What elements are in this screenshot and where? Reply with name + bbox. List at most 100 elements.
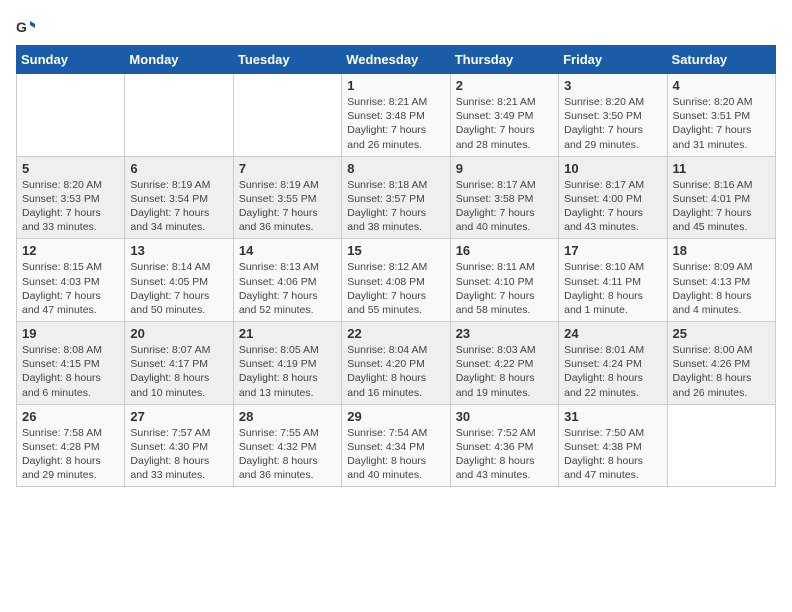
day-number: 2	[456, 78, 553, 93]
day-info: Sunrise: 8:18 AM Sunset: 3:57 PM Dayligh…	[347, 178, 444, 235]
day-info: Sunrise: 7:58 AM Sunset: 4:28 PM Dayligh…	[22, 426, 119, 483]
day-info: Sunrise: 8:09 AM Sunset: 4:13 PM Dayligh…	[673, 260, 770, 317]
week-row-0: 1 Sunrise: 8:21 AM Sunset: 3:48 PM Daylig…	[17, 74, 776, 157]
day-number: 16	[456, 243, 553, 258]
day-info: Sunrise: 8:17 AM Sunset: 3:58 PM Dayligh…	[456, 178, 553, 235]
day-info: Sunrise: 8:20 AM Sunset: 3:50 PM Dayligh…	[564, 95, 661, 152]
calendar-cell: 8 Sunrise: 8:18 AM Sunset: 3:57 PM Daylig…	[342, 156, 450, 239]
day-number: 22	[347, 326, 444, 341]
week-row-3: 19 Sunrise: 8:08 AM Sunset: 4:15 PM Dayli…	[17, 322, 776, 405]
day-info: Sunrise: 7:55 AM Sunset: 4:32 PM Dayligh…	[239, 426, 336, 483]
day-number: 9	[456, 161, 553, 176]
page-header: G	[16, 16, 776, 37]
day-info: Sunrise: 7:54 AM Sunset: 4:34 PM Dayligh…	[347, 426, 444, 483]
calendar-cell: 9 Sunrise: 8:17 AM Sunset: 3:58 PM Daylig…	[450, 156, 558, 239]
calendar-cell: 22 Sunrise: 8:04 AM Sunset: 4:20 PM Dayli…	[342, 322, 450, 405]
day-info: Sunrise: 8:17 AM Sunset: 4:00 PM Dayligh…	[564, 178, 661, 235]
logo-icon: G	[16, 17, 36, 37]
day-number: 21	[239, 326, 336, 341]
week-row-1: 5 Sunrise: 8:20 AM Sunset: 3:53 PM Daylig…	[17, 156, 776, 239]
day-info: Sunrise: 8:21 AM Sunset: 3:48 PM Dayligh…	[347, 95, 444, 152]
week-row-4: 26 Sunrise: 7:58 AM Sunset: 4:28 PM Dayli…	[17, 404, 776, 487]
day-number: 5	[22, 161, 119, 176]
calendar-table: SundayMondayTuesdayWednesdayThursdayFrid…	[16, 45, 776, 487]
day-number: 1	[347, 78, 444, 93]
day-info: Sunrise: 7:57 AM Sunset: 4:30 PM Dayligh…	[130, 426, 227, 483]
day-number: 24	[564, 326, 661, 341]
day-info: Sunrise: 8:05 AM Sunset: 4:19 PM Dayligh…	[239, 343, 336, 400]
day-info: Sunrise: 8:07 AM Sunset: 4:17 PM Dayligh…	[130, 343, 227, 400]
calendar-cell: 11Sunrise: 8:16 AM Sunset: 4:01 PM Dayli…	[667, 156, 775, 239]
header-row: SundayMondayTuesdayWednesdayThursdayFrid…	[17, 46, 776, 74]
day-info: Sunrise: 8:13 AM Sunset: 4:06 PM Dayligh…	[239, 260, 336, 317]
calendar-cell: 24 Sunrise: 8:01 AM Sunset: 4:24 PM Dayli…	[559, 322, 667, 405]
calendar-cell: 26 Sunrise: 7:58 AM Sunset: 4:28 PM Dayli…	[17, 404, 125, 487]
day-info: Sunrise: 8:11 AM Sunset: 4:10 PM Dayligh…	[456, 260, 553, 317]
day-number: 12	[22, 243, 119, 258]
calendar-cell: 16 Sunrise: 8:11 AM Sunset: 4:10 PM Dayli…	[450, 239, 558, 322]
day-number: 29	[347, 409, 444, 424]
day-number: 8	[347, 161, 444, 176]
calendar-cell	[667, 404, 775, 487]
day-number: 19	[22, 326, 119, 341]
day-number: 3	[564, 78, 661, 93]
calendar-cell: 23Sunrise: 8:03 AM Sunset: 4:22 PM Dayli…	[450, 322, 558, 405]
day-number: 17	[564, 243, 661, 258]
day-number: 27	[130, 409, 227, 424]
calendar-cell: 6 Sunrise: 8:19 AM Sunset: 3:54 PM Daylig…	[125, 156, 233, 239]
header-friday: Friday	[559, 46, 667, 74]
day-info: Sunrise: 7:52 AM Sunset: 4:36 PM Dayligh…	[456, 426, 553, 483]
day-info: Sunrise: 8:20 AM Sunset: 3:51 PM Dayligh…	[673, 95, 770, 152]
calendar-cell: 31Sunrise: 7:50 AM Sunset: 4:38 PM Dayli…	[559, 404, 667, 487]
header-thursday: Thursday	[450, 46, 558, 74]
calendar-cell: 3 Sunrise: 8:20 AM Sunset: 3:50 PM Daylig…	[559, 74, 667, 157]
calendar-cell: 12 Sunrise: 8:15 AM Sunset: 4:03 PM Dayli…	[17, 239, 125, 322]
day-info: Sunrise: 8:04 AM Sunset: 4:20 PM Dayligh…	[347, 343, 444, 400]
day-info: Sunrise: 8:21 AM Sunset: 3:49 PM Dayligh…	[456, 95, 553, 152]
header-sunday: Sunday	[17, 46, 125, 74]
day-number: 30	[456, 409, 553, 424]
calendar-cell: 5 Sunrise: 8:20 AM Sunset: 3:53 PM Daylig…	[17, 156, 125, 239]
day-info: Sunrise: 8:01 AM Sunset: 4:24 PM Dayligh…	[564, 343, 661, 400]
calendar-cell	[17, 74, 125, 157]
day-info: Sunrise: 8:20 AM Sunset: 3:53 PM Dayligh…	[22, 178, 119, 235]
day-info: Sunrise: 8:00 AM Sunset: 4:26 PM Dayligh…	[673, 343, 770, 400]
calendar-cell: 17 Sunrise: 8:10 AM Sunset: 4:11 PM Dayli…	[559, 239, 667, 322]
calendar-cell: 18Sunrise: 8:09 AM Sunset: 4:13 PM Dayli…	[667, 239, 775, 322]
day-number: 28	[239, 409, 336, 424]
day-number: 6	[130, 161, 227, 176]
day-number: 10	[564, 161, 661, 176]
calendar-cell: 21 Sunrise: 8:05 AM Sunset: 4:19 PM Dayli…	[233, 322, 341, 405]
day-info: Sunrise: 8:16 AM Sunset: 4:01 PM Dayligh…	[673, 178, 770, 235]
calendar-cell: 25Sunrise: 8:00 AM Sunset: 4:26 PM Dayli…	[667, 322, 775, 405]
week-row-2: 12 Sunrise: 8:15 AM Sunset: 4:03 PM Dayli…	[17, 239, 776, 322]
calendar-cell: 19 Sunrise: 8:08 AM Sunset: 4:15 PM Dayli…	[17, 322, 125, 405]
calendar-cell: 4 Sunrise: 8:20 AM Sunset: 3:51 PM Daylig…	[667, 74, 775, 157]
calendar-cell: 30 Sunrise: 7:52 AM Sunset: 4:36 PM Dayli…	[450, 404, 558, 487]
calendar-cell: 2 Sunrise: 8:21 AM Sunset: 3:49 PM Daylig…	[450, 74, 558, 157]
calendar-cell	[125, 74, 233, 157]
calendar-cell: 10 Sunrise: 8:17 AM Sunset: 4:00 PM Dayli…	[559, 156, 667, 239]
day-number: 13	[130, 243, 227, 258]
day-number: 26	[22, 409, 119, 424]
header-tuesday: Tuesday	[233, 46, 341, 74]
calendar-cell: 28 Sunrise: 7:55 AM Sunset: 4:32 PM Dayli…	[233, 404, 341, 487]
day-info: Sunrise: 8:19 AM Sunset: 3:54 PM Dayligh…	[130, 178, 227, 235]
calendar-cell: 29 Sunrise: 7:54 AM Sunset: 4:34 PM Dayli…	[342, 404, 450, 487]
day-info: Sunrise: 8:19 AM Sunset: 3:55 PM Dayligh…	[239, 178, 336, 235]
day-number: 7	[239, 161, 336, 176]
day-info: Sunrise: 8:14 AM Sunset: 4:05 PM Dayligh…	[130, 260, 227, 317]
day-info: Sunrise: 8:10 AM Sunset: 4:11 PM Dayligh…	[564, 260, 661, 317]
calendar-cell: 13 Sunrise: 8:14 AM Sunset: 4:05 PM Dayli…	[125, 239, 233, 322]
calendar-cell: 1 Sunrise: 8:21 AM Sunset: 3:48 PM Daylig…	[342, 74, 450, 157]
day-info: Sunrise: 8:15 AM Sunset: 4:03 PM Dayligh…	[22, 260, 119, 317]
day-info: Sunrise: 8:12 AM Sunset: 4:08 PM Dayligh…	[347, 260, 444, 317]
header-monday: Monday	[125, 46, 233, 74]
day-number: 31	[564, 409, 661, 424]
day-number: 4	[673, 78, 770, 93]
day-number: 23	[456, 326, 553, 341]
logo: G	[16, 16, 40, 37]
day-number: 14	[239, 243, 336, 258]
day-info: Sunrise: 8:08 AM Sunset: 4:15 PM Dayligh…	[22, 343, 119, 400]
calendar-cell: 7 Sunrise: 8:19 AM Sunset: 3:55 PM Daylig…	[233, 156, 341, 239]
